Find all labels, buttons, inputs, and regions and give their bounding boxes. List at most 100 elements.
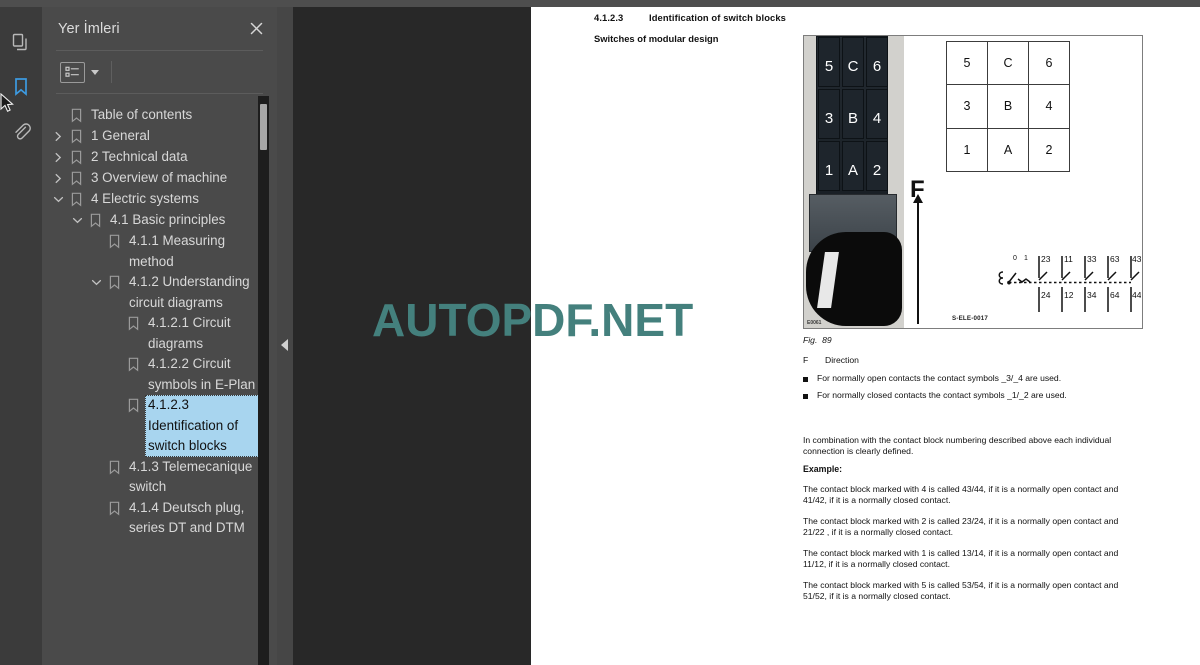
bookmark-tree-item[interactable]: Table of contents [42, 105, 277, 126]
svg-text:43: 43 [1132, 254, 1141, 264]
svg-text:11: 11 [1064, 254, 1073, 264]
bookmark-item-label: 1 General [91, 128, 150, 143]
bookmarks-panel: Yer İmleri Table of contents 1 General 2 T [42, 7, 277, 665]
example-paragraph-2: The contact block marked with 2 is calle… [803, 516, 1119, 537]
switch-cell: 5 [818, 37, 840, 87]
bookmarks-tree[interactable]: Table of contents 1 General 2 Technical da… [42, 95, 277, 665]
chevron-down-icon[interactable] [91, 69, 99, 75]
bookmark-item-label: 4.1.2.1 Circuit diagrams [148, 315, 235, 351]
bookmark-item-label: Table of contents [91, 107, 193, 122]
table-cell: 2 [1028, 127, 1070, 173]
figure-key: F Direction [803, 355, 859, 365]
bookmark-tree-item[interactable]: 4.1.3 Telemecanique switch [42, 457, 277, 498]
toolbar-separator [111, 61, 112, 83]
switch-cell: 1 [818, 141, 840, 191]
bullet-item: For normally closed contacts the contact… [803, 390, 1133, 403]
bookmark-item-label: 4.1.2.3 Identification of switch blocks [145, 395, 263, 457]
panel-splitter[interactable] [277, 7, 293, 665]
switch-cell: 4 [866, 89, 888, 139]
bookmarks-scrollbar-track[interactable] [258, 96, 269, 665]
bookmark-icon[interactable] [0, 64, 42, 109]
bullet-text: For normally open contacts the contact s… [817, 373, 1062, 383]
bookmark-tree-item[interactable]: 2 Technical data [42, 147, 277, 168]
bookmark-tree-item[interactable]: 4.1.2 Understanding circuit diagrams [42, 272, 277, 313]
example-paragraph-3: The contact block marked with 1 is calle… [803, 548, 1119, 569]
bookmark-item-icon [67, 105, 86, 126]
bookmark-item-label: 4 Electric systems [91, 191, 199, 206]
svg-text:23: 23 [1041, 254, 1051, 264]
chevron-right-icon[interactable] [50, 126, 67, 147]
bookmark-item-icon [124, 395, 143, 416]
bookmarks-panel-header: Yer İmleri [42, 7, 277, 50]
chevron-down-icon[interactable] [50, 189, 67, 210]
bookmarks-scrollbar-thumb[interactable] [260, 104, 267, 150]
bookmarks-panel-title: Yer İmleri [58, 20, 120, 37]
switch-cell: 3 [818, 89, 840, 139]
chevron-right-icon[interactable] [50, 168, 67, 189]
page-heading-number: 4.1.2.3 [594, 12, 624, 23]
bookmark-tree-item[interactable]: 3 Overview of machine [42, 168, 277, 189]
left-icon-rail [0, 7, 42, 665]
switch-cell: 2 [866, 141, 888, 191]
photo-id-label: E0061 [807, 320, 822, 326]
bookmark-item-label: 4.1.2.2 Circuit symbols in E-Plan [148, 356, 256, 392]
bookmark-item-label: 4.1 Basic principles [110, 212, 226, 227]
document-viewport[interactable]: 4.1.2.3 Identification of switch blocks S… [293, 7, 1200, 665]
chevron-down-icon[interactable] [69, 210, 86, 231]
bookmark-item-icon [105, 231, 124, 252]
bookmark-item-icon [86, 210, 105, 231]
chevron-down-icon[interactable] [88, 272, 105, 293]
switch-cell: 6 [866, 37, 888, 87]
example-paragraph-1: The contact block marked with 4 is calle… [803, 484, 1119, 505]
bookmark-item-label: 4.1.2 Understanding circuit diagrams [129, 274, 254, 310]
switch-block-table: 5C63B41A2 [946, 40, 1070, 173]
switch-block-stack: 5 3 1 C B A 6 4 2 [816, 36, 888, 196]
pdf-page: 4.1.2.3 Identification of switch blocks S… [531, 7, 1200, 665]
table-cell: C [987, 40, 1029, 86]
svg-text:34: 34 [1087, 290, 1097, 300]
bookmark-item-icon [67, 189, 86, 210]
list-options-icon[interactable] [60, 61, 85, 83]
chevron-right-icon[interactable] [50, 147, 67, 168]
table-row: 1A2 [946, 127, 1070, 173]
bookmark-tree-item[interactable]: 4.1.1 Measuring method [42, 231, 277, 272]
switch-cell: A [842, 141, 864, 191]
close-icon[interactable] [245, 18, 267, 40]
bookmark-tree-item[interactable]: 4.1 Basic principles [42, 210, 277, 231]
twisty-spacer [88, 457, 105, 478]
direction-arrow-icon [913, 194, 922, 324]
bookmark-item-icon [67, 147, 86, 168]
figure-key-text: Direction [825, 355, 859, 365]
bookmark-tree-item[interactable]: 4.1.4 Deutsch plug, series DT and DTM [42, 498, 277, 539]
figure-caption-label: Fig. [803, 335, 818, 345]
svg-text:12: 12 [1064, 290, 1074, 300]
collapse-panel-icon[interactable] [281, 339, 288, 351]
bookmark-item-label: 2 Technical data [91, 149, 188, 164]
page-subheading: Switches of modular design [594, 33, 719, 44]
bookmark-tree-item[interactable]: 4.1.2.2 Circuit symbols in E-Plan [42, 354, 277, 395]
drawing-code-label: S-ELE-0017 [952, 315, 989, 322]
thumbnails-icon[interactable] [0, 19, 42, 64]
svg-text:64: 64 [1110, 290, 1120, 300]
bookmark-item-icon [124, 313, 143, 334]
bookmark-tree-item[interactable]: 4.1.2.1 Circuit diagrams [42, 313, 277, 354]
window-top-strip [0, 0, 1200, 7]
attachment-icon[interactable] [0, 109, 42, 154]
pdf-viewer-window: Yer İmleri Table of contents 1 General 2 T [0, 0, 1200, 665]
table-cell: 3 [946, 84, 988, 129]
table-row: 3B4 [946, 84, 1070, 129]
bookmark-item-icon [67, 168, 86, 189]
switch-column-2: C B A [842, 37, 864, 197]
twisty-spacer [50, 105, 67, 126]
switch-cell: B [842, 89, 864, 139]
bookmark-tree-item[interactable]: 1 General [42, 126, 277, 147]
bullet-item: For normally open contacts the contact s… [803, 373, 1133, 386]
table-row: 5C6 [946, 40, 1070, 86]
bookmark-tree-item[interactable]: 4 Electric systems [42, 189, 277, 210]
contact-circuit-diagram: 0 1 23 11 33 63 43 24 12 34 64 44 [996, 248, 1141, 320]
page-heading-text: Identification of switch blocks [649, 12, 786, 23]
bookmark-tree-item[interactable]: 4.1.2.3 Identification of switch blocks [42, 395, 277, 457]
bookmark-item-label: 3 Overview of machine [91, 170, 228, 185]
bullet-text: For normally closed contacts the contact… [817, 390, 1067, 400]
table-cell: 6 [1028, 40, 1070, 86]
